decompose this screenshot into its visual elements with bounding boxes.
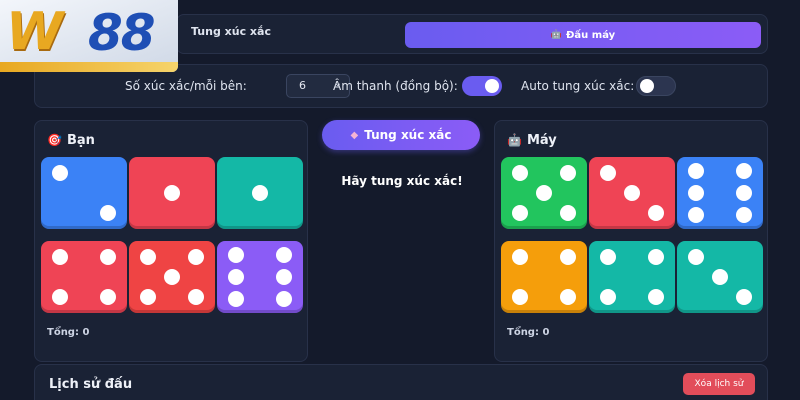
- die: [677, 241, 763, 313]
- tab-vs-computer[interactable]: 🤖 Đấu máy: [405, 22, 761, 48]
- player-panel: 🎯 Bạn Tổng: 0: [34, 120, 308, 362]
- roll-dice-label: Tung xúc xắc: [364, 128, 452, 142]
- die-pip: [511, 205, 528, 222]
- die-pip: [687, 185, 704, 201]
- dice-count-label: Số xúc xắc/mỗi bên:: [125, 79, 247, 93]
- computer-title: 🤖 Máy: [507, 133, 557, 148]
- die-pip: [736, 185, 753, 201]
- die: [217, 241, 303, 313]
- mode-bar: Tung xúc xắc 🤖 Đấu máy: [176, 14, 768, 54]
- die-pip: [599, 164, 616, 181]
- die-pip: [736, 163, 753, 180]
- clear-history-button[interactable]: Xóa lịch sử: [683, 373, 755, 395]
- die-pip: [51, 164, 68, 181]
- die-pip: [276, 269, 293, 285]
- auto-roll-toggle[interactable]: [636, 76, 676, 96]
- tab-roll-dice[interactable]: Tung xúc xắc: [191, 25, 271, 38]
- tab-vs-computer-label: Đấu máy: [566, 29, 616, 41]
- die-pip: [687, 206, 704, 223]
- robot-icon: 🤖: [507, 133, 522, 147]
- die: [677, 157, 763, 229]
- die-pip: [624, 185, 640, 201]
- history-title: Lịch sử đấu: [49, 377, 133, 392]
- die-pip: [227, 269, 244, 285]
- die-pip: [736, 289, 753, 306]
- die-pip: [51, 248, 68, 265]
- die-pip: [560, 289, 577, 306]
- die-pip: [599, 289, 616, 306]
- die-pip: [599, 248, 616, 265]
- die-pip: [536, 185, 552, 201]
- logo-letter: W: [6, 2, 63, 62]
- die: [217, 157, 303, 229]
- die: [41, 157, 127, 229]
- player-dice-grid: [41, 157, 303, 315]
- target-icon: 🎯: [47, 133, 62, 147]
- auto-roll-label: Auto tung xúc xắc:: [521, 79, 635, 93]
- computer-title-text: Máy: [526, 133, 557, 148]
- computer-panel: 🤖 Máy Tổng: 0: [494, 120, 768, 362]
- die-pip: [648, 289, 665, 306]
- die-pip: [648, 248, 665, 265]
- die: [41, 241, 127, 313]
- die-pip: [560, 205, 577, 222]
- player-total: Tổng: 0: [47, 327, 90, 338]
- player-title-text: Bạn: [66, 133, 95, 148]
- die: [589, 157, 675, 229]
- die-pip: [188, 248, 205, 265]
- die-pip: [736, 206, 753, 223]
- die-pip: [227, 290, 244, 307]
- die-pip: [687, 248, 704, 265]
- die-pip: [687, 163, 704, 180]
- die-pip: [139, 248, 156, 265]
- die-pip: [712, 269, 728, 285]
- dice-count-value: 6: [299, 79, 306, 92]
- die-pip: [100, 205, 117, 222]
- die: [501, 241, 587, 313]
- die-pip: [511, 164, 528, 181]
- sound-toggle-knob: [485, 79, 499, 93]
- computer-total: Tổng: 0: [507, 327, 550, 338]
- die-pip: [164, 185, 180, 201]
- die: [129, 241, 215, 313]
- history-panel: Lịch sử đấu Xóa lịch sử: [34, 364, 768, 400]
- die: [129, 157, 215, 229]
- die-pip: [560, 248, 577, 265]
- die-pip: [511, 289, 528, 306]
- logo-band: [0, 62, 178, 72]
- die-pip: [51, 289, 68, 306]
- gem-icon: ◆: [350, 129, 359, 141]
- player-title: 🎯 Bạn: [47, 133, 95, 148]
- die-pip: [560, 164, 577, 181]
- die-pip: [648, 205, 665, 222]
- robot-icon: 🤖: [550, 30, 563, 40]
- die-pip: [100, 289, 117, 306]
- die-pip: [139, 289, 156, 306]
- roll-prompt: Hãy tung xúc xắc!: [341, 174, 463, 188]
- die-pip: [276, 247, 293, 264]
- die-pip: [511, 248, 528, 265]
- die-pip: [252, 185, 268, 201]
- sound-toggle[interactable]: [462, 76, 502, 96]
- w88-logo: W 88: [0, 0, 178, 72]
- game-app: W 88 Tung xúc xắc 🤖 Đấu máy Số xúc xắc/m…: [0, 0, 800, 400]
- die: [501, 157, 587, 229]
- die-pip: [227, 247, 244, 264]
- die-pip: [188, 289, 205, 306]
- auto-roll-toggle-knob: [640, 79, 654, 93]
- die-pip: [100, 248, 117, 265]
- die-pip: [164, 269, 180, 285]
- roll-dice-button[interactable]: ◆ Tung xúc xắc: [322, 120, 480, 150]
- die-pip: [276, 290, 293, 307]
- computer-dice-grid: [501, 157, 763, 315]
- sound-label: Âm thanh (đồng bộ):: [333, 79, 458, 93]
- logo-number: 88: [88, 4, 156, 62]
- die: [589, 241, 675, 313]
